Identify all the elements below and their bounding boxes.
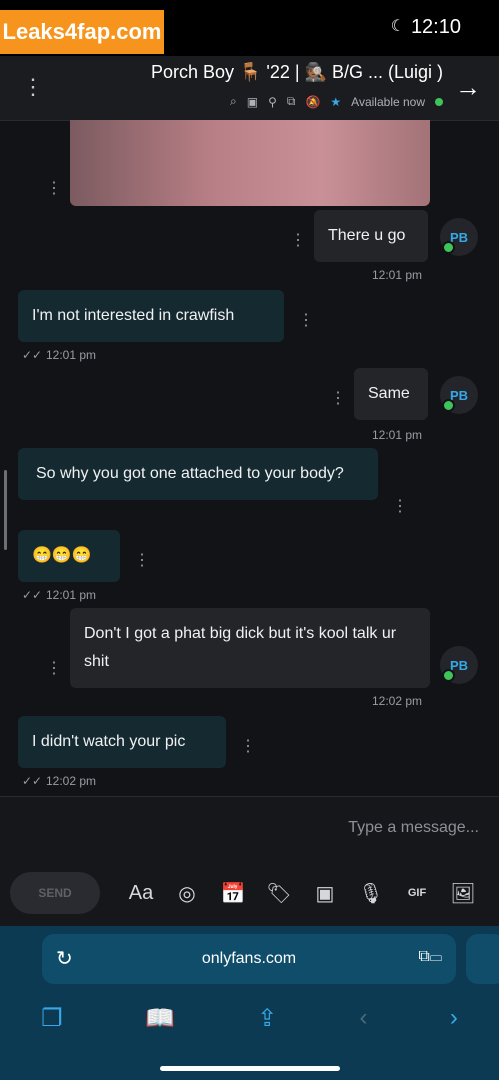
search-icon[interactable]: ⌕: [230, 94, 237, 109]
bookmarks-icon[interactable]: 📖: [145, 1004, 175, 1033]
next-tab-preview[interactable]: [466, 934, 499, 984]
image-upload-icon[interactable]: 🖼: [440, 881, 486, 906]
price-tag-icon[interactable]: 🏷: [256, 881, 302, 906]
message-options-icon[interactable]: ⋮: [46, 658, 62, 678]
text-format-icon[interactable]: Aa: [118, 882, 164, 905]
avatar[interactable]: PB: [440, 376, 478, 414]
message-options-icon[interactable]: ⋮: [134, 550, 150, 570]
microphone-icon[interactable]: 🎙: [348, 881, 394, 906]
vault-icon[interactable]: ▣: [302, 881, 348, 906]
chat-header: ⋮ Porch Boy 🪑 '22 | 🕵🏾 B/G ... (Luigi ) …: [0, 56, 499, 121]
browser-nav: ❐ 📖 ⇪ ‹ ›: [0, 998, 499, 1038]
image-icon[interactable]: ▣: [247, 95, 258, 109]
avatar[interactable]: PB: [440, 218, 478, 256]
message-bubble[interactable]: 😁😁😁: [18, 530, 120, 582]
avatar[interactable]: PB: [440, 646, 478, 684]
home-indicator: [160, 1066, 340, 1071]
reload-icon[interactable]: ↻: [56, 946, 73, 971]
message-bubble[interactable]: Don't I got a phat big dick but it's koo…: [70, 608, 430, 688]
blurred-media[interactable]: [70, 120, 430, 206]
more-options-icon[interactable]: ⋮: [22, 74, 44, 100]
chat-area[interactable]: ⋮ There u go ⋮ PB 12:01 pm I'm not inter…: [0, 120, 499, 796]
message-time: 12:01 pm: [372, 428, 423, 442]
back-icon[interactable]: ‹: [360, 1004, 368, 1032]
online-indicator: [435, 97, 443, 106]
watermark: Leaks4fap.com: [0, 10, 164, 54]
bell-off-icon[interactable]: 🔕: [305, 95, 320, 109]
message-options-icon[interactable]: ⋮: [298, 310, 314, 330]
pin-icon[interactable]: ⚲: [268, 95, 277, 109]
message-options-icon[interactable]: ⋮: [392, 496, 408, 516]
send-button[interactable]: SEND: [10, 872, 100, 914]
availability-label: Available now: [351, 94, 425, 109]
clock: 12:10: [410, 16, 461, 38]
message-options-icon[interactable]: ⋮: [46, 178, 62, 198]
message-time: 12:02 pm: [372, 694, 423, 708]
message-time: 12:01 pm: [372, 268, 423, 282]
schedule-icon[interactable]: 📅: [210, 881, 256, 906]
message-composer: Type a message... SEND Aa ◎ 📅 🏷 ▣ 🎙 GIF …: [0, 796, 499, 927]
chat-subinfo: ⌕ ▣ ⚲ ⧉ 🔕 ★ Available now: [230, 94, 443, 109]
tabs-icon[interactable]: ❐: [41, 1004, 63, 1033]
back-arrow-icon[interactable]: →: [455, 72, 481, 103]
message-time: 12:01 pm: [46, 588, 97, 602]
online-indicator: [442, 241, 455, 254]
forward-icon[interactable]: ›: [450, 1004, 458, 1032]
composer-toolbar: SEND Aa ◎ 📅 🏷 ▣ 🎙 GIF 🖼: [10, 871, 489, 915]
message-bubble[interactable]: I didn't watch your pic: [18, 716, 226, 768]
message-input[interactable]: Type a message...: [348, 819, 479, 837]
read-ticks-icon: ✓✓: [22, 774, 43, 788]
message-time: 12:01 pm: [46, 348, 97, 362]
message-bubble[interactable]: So why you got one attached to your body…: [18, 448, 378, 500]
online-indicator: [442, 399, 455, 412]
note-icon[interactable]: ⧉: [287, 94, 296, 109]
status-bar: Leaks4fap.com ☾ 12:10: [0, 0, 499, 56]
gif-icon[interactable]: GIF: [394, 887, 440, 899]
address-bar[interactable]: ↻ onlyfans.com ⧉▭: [42, 934, 456, 984]
chat-title[interactable]: Porch Boy 🪑 '22 | 🕵🏾 B/G ... (Luigi ): [151, 62, 443, 83]
url-text[interactable]: onlyfans.com: [202, 950, 296, 968]
message-options-icon[interactable]: ⋮: [240, 736, 256, 756]
message-time: 12:02 pm: [46, 774, 97, 788]
tip-icon[interactable]: ◎: [164, 881, 210, 906]
message-bubble[interactable]: There u go: [314, 210, 428, 262]
online-indicator: [442, 669, 455, 682]
read-ticks-icon: ✓✓: [22, 348, 43, 362]
message-options-icon[interactable]: ⋮: [330, 388, 346, 408]
message-bubble[interactable]: I'm not interested in crawfish: [18, 290, 284, 342]
browser-chrome: ↻ onlyfans.com ⧉▭ ❐ 📖 ⇪ ‹ ›: [0, 926, 499, 1080]
extension-icon[interactable]: ⧉▭: [418, 948, 442, 966]
message-options-icon[interactable]: ⋮: [290, 230, 306, 250]
message-bubble[interactable]: Same: [354, 368, 428, 420]
scrollbar[interactable]: [4, 470, 7, 550]
read-ticks-icon: ✓✓: [22, 588, 43, 602]
star-icon[interactable]: ★: [330, 95, 341, 109]
share-icon[interactable]: ⇪: [257, 1004, 277, 1033]
moon-icon: ☾: [390, 18, 405, 35]
